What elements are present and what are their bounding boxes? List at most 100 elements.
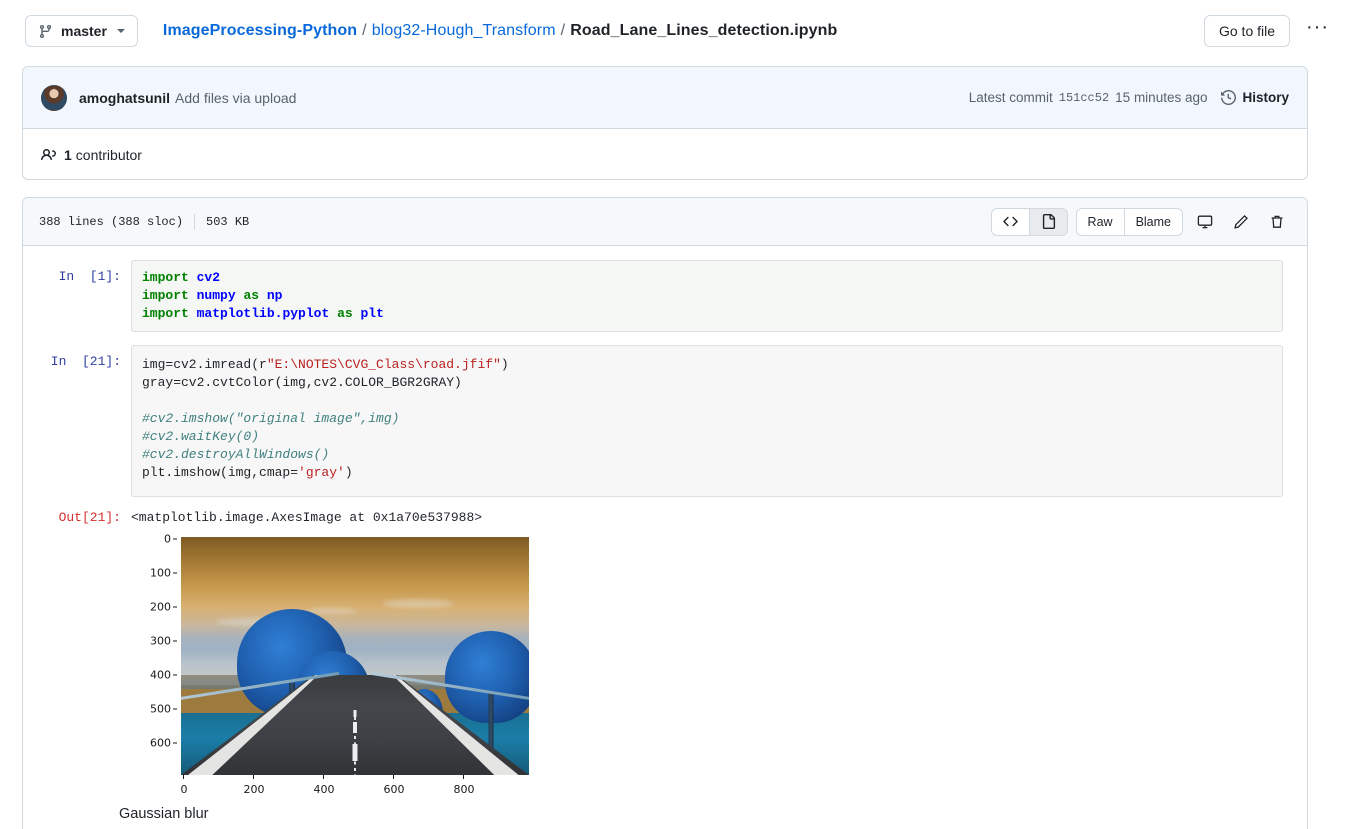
code-token: "E:\NOTES\CVG_Class\road.jfif" — [266, 357, 501, 372]
file-line-count: 388 lines (388 sloc) — [39, 214, 184, 229]
preview-view-button[interactable] — [1029, 208, 1067, 235]
center-dash-far — [353, 710, 357, 717]
image-plot-area — [181, 537, 529, 775]
desktop-download-icon — [1197, 214, 1213, 230]
commit-time: 15 minutes ago — [1115, 90, 1208, 105]
breadcrumb-separator-1: / — [362, 22, 367, 39]
code-token: import — [142, 306, 189, 321]
road-scene-image — [181, 537, 529, 775]
code-token: import — [142, 288, 189, 303]
trash-icon — [1269, 214, 1285, 230]
y-tick-mark — [173, 572, 177, 574]
cell-prompt: In [21]: — [50, 354, 121, 369]
file-stats: 388 lines (388 sloc) 503 KB — [39, 213, 250, 230]
output-text: <matplotlib.image.AxesImage at 0x1a70e53… — [131, 510, 483, 525]
x-tick-label: 200 — [243, 783, 265, 796]
commit-sha[interactable]: 151cc52 — [1059, 91, 1109, 105]
latest-commit-header: amoghatsunil Add files via upload Latest… — [23, 67, 1307, 129]
code-token: cv2 — [196, 270, 221, 285]
commit-message[interactable]: Add files via upload — [175, 90, 296, 106]
code-token: ) — [500, 357, 509, 372]
x-tick-mark — [463, 775, 464, 779]
code-token: 'gray' — [298, 465, 345, 480]
code-token: plt — [360, 306, 384, 321]
code-token: as — [243, 288, 260, 303]
notebook-cell: In [1]: import cv2 import numpy as np im… — [47, 260, 1283, 332]
file-content-box: 388 lines (388 sloc) 503 KB Raw Blame In… — [22, 197, 1308, 829]
notebook-output-row: Out[21]: <matplotlib.image.AxesImage at … — [47, 510, 1283, 525]
contributor-label: contributor — [75, 146, 142, 163]
code-token: np — [266, 288, 283, 303]
y-tick-mark — [173, 538, 177, 540]
github-file-page: master ImageProcessing-Python / blog32-Hou… — [0, 0, 1351, 829]
y-tick-label: 300 — [150, 634, 171, 648]
y-tick-label: 500 — [150, 702, 171, 716]
code-cell-source[interactable]: import cv2 import numpy as np import mat… — [131, 260, 1283, 332]
breadcrumb-separator-2: / — [560, 22, 566, 39]
output-prompt: Out[21]: — [58, 510, 121, 525]
branch-icon — [38, 24, 53, 39]
y-tick-mark — [173, 708, 177, 710]
raw-blame-toggle: Raw Blame — [1075, 207, 1183, 236]
y-tick-label: 400 — [150, 668, 171, 682]
code-token: img=cv2.imread(r — [142, 357, 267, 372]
code-token: import — [142, 270, 189, 285]
history-label: History — [1242, 90, 1289, 105]
notebook-body: In [1]: import cv2 import numpy as np im… — [23, 246, 1307, 799]
matplotlib-figure: 0 100 200 300 400 500 600 0 200 400 600 … — [131, 533, 561, 799]
code-token: as — [337, 306, 353, 321]
code-token: #cv2.imshow("original image",img) — [142, 411, 400, 426]
x-tick-mark — [183, 775, 184, 779]
chevron-down-icon — [116, 29, 125, 33]
breadcrumb-folder-link[interactable]: blog32-Hough_Transform — [372, 22, 556, 39]
breadcrumb-repo-link[interactable]: ImageProcessing-Python — [163, 22, 357, 39]
file-toolbar: 388 lines (388 sloc) 503 KB Raw Blame — [23, 198, 1307, 246]
code-icon — [1002, 214, 1018, 229]
code-cell-source[interactable]: img=cv2.imread(r"E:\NOTES\CVG_Class\road… — [131, 345, 1283, 497]
branch-selector-button[interactable]: master — [25, 15, 138, 47]
file-icon — [1041, 214, 1056, 229]
center-dash-mid — [353, 722, 357, 733]
breadcrumb: ImageProcessing-Python / blog32-Hough_Tran… — [163, 22, 837, 40]
code-view-button[interactable] — [992, 208, 1030, 235]
view-mode-toggle — [990, 207, 1068, 236]
code-token: #cv2.destroyAllWindows() — [142, 447, 330, 462]
notebook-cell: In [21]: img=cv2.imread(r"E:\NOTES\CVG_C… — [47, 345, 1283, 497]
y-axis: 0 100 200 300 400 500 600 — [131, 533, 179, 777]
x-tick-mark — [393, 775, 394, 779]
commit-author-link[interactable]: amoghatsunil — [79, 90, 170, 106]
figure-gutter — [47, 529, 131, 799]
blame-button[interactable]: Blame — [1125, 209, 1182, 235]
code-token: gray=cv2.cvtColor(img,cv2.COLOR_BGR2GRAY… — [142, 375, 462, 390]
avatar[interactable] — [41, 84, 67, 111]
latest-commit-label: Latest commit — [968, 90, 1053, 105]
x-tick-label: 600 — [383, 783, 405, 796]
latest-commit-box: amoghatsunil Add files via upload Latest… — [22, 66, 1308, 180]
code-token: ) — [344, 465, 353, 480]
pencil-icon — [1233, 214, 1249, 230]
commit-meta: Latest commit 151cc52 15 minutes ago His… — [969, 90, 1289, 105]
edit-file-button[interactable] — [1227, 208, 1255, 236]
code-token: plt.imshow(img,cmap= — [142, 465, 299, 480]
file-size: 503 KB — [206, 214, 250, 229]
cell-prompt: In [1]: — [58, 269, 121, 284]
divider — [194, 213, 196, 230]
center-dash-near — [352, 744, 358, 761]
notebook-figure-row: 0 100 200 300 400 500 600 0 200 400 600 … — [47, 529, 1283, 799]
go-to-file-button[interactable]: Go to file — [1203, 15, 1291, 47]
y-tick-mark — [173, 742, 177, 744]
y-tick-mark — [173, 606, 177, 608]
contributors-row[interactable]: 1 contributor — [23, 129, 1307, 179]
raw-button[interactable]: Raw — [1077, 208, 1125, 235]
more-options-kebab-icon[interactable]: ··· — [1304, 17, 1331, 42]
history-button[interactable]: History — [1221, 90, 1289, 105]
topbar-actions: Go to file ··· — [1203, 15, 1331, 47]
open-in-desktop-button[interactable] — [1191, 208, 1219, 236]
code-token: matplotlib.pyplot — [196, 306, 330, 321]
delete-file-button[interactable] — [1263, 208, 1291, 236]
x-tick-mark — [323, 775, 324, 779]
people-icon — [41, 147, 57, 163]
